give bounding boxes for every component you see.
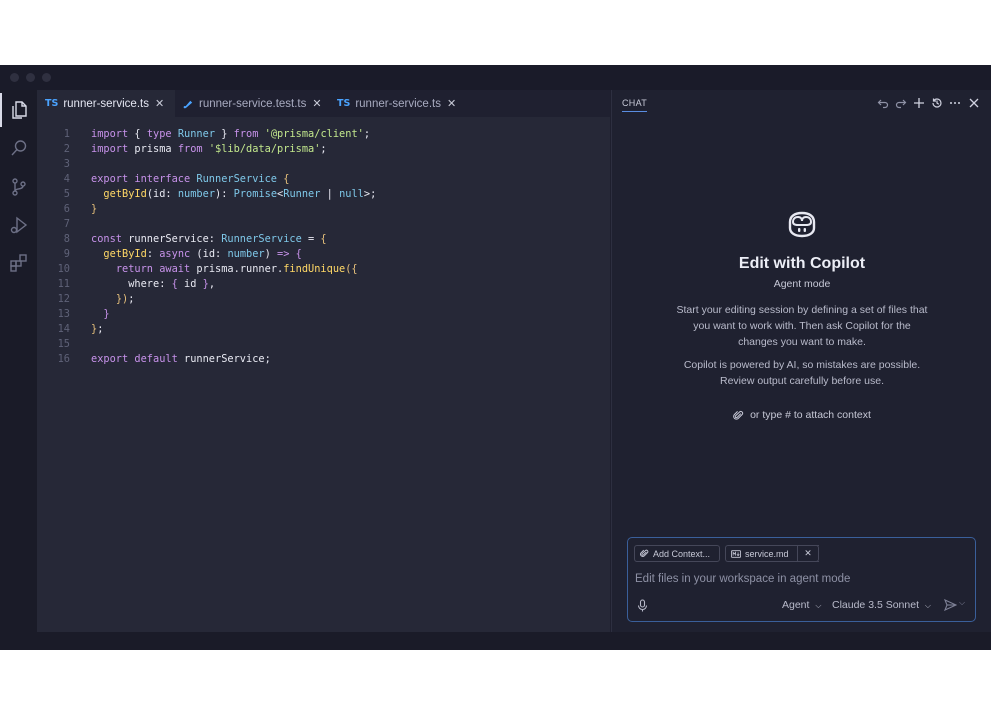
model-select-label: Claude 3.5 Sonnet [832, 599, 919, 611]
line-number: 13 [57, 308, 70, 320]
intro-text: Start your editing session by defining a… [676, 304, 928, 348]
line-number: 15 [57, 338, 70, 350]
code-line: 4 export interface RunnerService { [37, 172, 610, 187]
run-debug-icon[interactable] [8, 214, 30, 236]
paperclip-icon [640, 549, 649, 558]
line-number: 10 [57, 263, 70, 275]
extensions-icon[interactable] [8, 252, 30, 274]
remove-file-button[interactable]: ✕ [797, 545, 819, 562]
active-indicator [0, 93, 2, 127]
tab-label: runner-service.ts [63, 97, 149, 110]
send-icon[interactable] [944, 599, 957, 611]
tab-runner-service-test[interactable]: runner-service.test.ts ✕ [175, 90, 329, 117]
close-icon: ✕ [804, 548, 812, 558]
line-number: 14 [57, 323, 70, 335]
close-icon[interactable] [967, 96, 981, 110]
code-line: 9 getById: async (id: number) => { [37, 247, 610, 262]
line-number: 1 [63, 128, 70, 140]
chat-input-field[interactable]: Edit files in your workspace in agent mo… [635, 573, 850, 585]
model-select[interactable]: Claude 3.5 Sonnet ⌵ [832, 599, 931, 611]
chat-panel: CHAT Edit with Copilot Agent mode Start … [611, 90, 991, 632]
code-line: 3 [37, 157, 610, 172]
tab-runner-service[interactable]: TS runner-service.ts ✕ [37, 90, 175, 117]
typescript-icon: TS [45, 98, 59, 109]
line-number: 12 [57, 293, 70, 305]
plus-icon[interactable] [912, 96, 926, 110]
chevron-down-icon: ⌵ [815, 601, 822, 610]
code-line: 8 const runnerService: RunnerService = { [37, 232, 610, 247]
tab-label: runner-service.ts [355, 97, 441, 110]
add-context-label: Add Context... [653, 548, 711, 559]
attach-hint-text: or type # to attach context [750, 409, 871, 421]
activity-bar [0, 90, 37, 632]
line-number: 4 [63, 173, 70, 185]
agent-mode-label: Agent mode [773, 278, 831, 290]
window-close-dot[interactable] [10, 73, 19, 82]
chevron-down-icon[interactable]: ⌵ [959, 598, 965, 608]
code-line: 6} [37, 202, 610, 217]
code-line: 2 import prisma from '$lib/data/prisma'; [37, 142, 610, 157]
close-icon[interactable]: ✕ [447, 97, 456, 110]
history-icon[interactable] [930, 96, 944, 110]
tab-runner-service-2[interactable]: TS runner-service.ts ✕ [329, 90, 467, 117]
tab-label: runner-service.test.ts [199, 97, 307, 110]
code-line: 11 where: { id }, [37, 277, 610, 292]
search-icon[interactable] [8, 137, 30, 159]
tab-chat[interactable]: CHAT [622, 98, 648, 112]
attach-hint: or type # to attach context [612, 409, 991, 421]
code-line: 13 } [37, 307, 610, 322]
redo-icon[interactable] [894, 96, 908, 110]
line-number: 2 [63, 143, 70, 155]
code-line: 12 }); [37, 292, 610, 307]
code-area[interactable]: 1 import { type Runner } from '@prisma/cl… [37, 127, 610, 367]
status-bar [0, 632, 991, 650]
line-number: 9 [63, 248, 70, 260]
window-minimize-dot[interactable] [26, 73, 35, 82]
chat-input-box: Add Context... service.md ✕ Edit files i… [627, 537, 976, 622]
line-number: 3 [63, 158, 70, 170]
context-file-label: service.md [745, 548, 789, 559]
code-line: 15 [37, 337, 610, 352]
line-number: 6 [63, 203, 70, 215]
title-bar [0, 65, 991, 90]
editor-tab-bar: TS runner-service.ts ✕ runner-service.te… [37, 90, 610, 117]
typescript-icon: TS [337, 98, 351, 109]
window-maximize-dot[interactable] [42, 73, 51, 82]
chat-header: CHAT [612, 90, 991, 117]
line-number: 7 [63, 218, 70, 230]
chat-heading: Edit with Copilot [738, 255, 866, 272]
paperclip-icon [733, 410, 744, 421]
vscode-window: TS runner-service.ts ✕ runner-service.te… [0, 65, 991, 650]
close-icon[interactable]: ✕ [312, 97, 321, 110]
code-line: 5 getById(id: number): Promise<Runner | … [37, 187, 610, 202]
disclaimer-text: Copilot is powered by AI, so mistakes ar… [683, 359, 921, 387]
line-number: 8 [63, 233, 70, 245]
line-number: 5 [63, 188, 70, 200]
code-line: 10 return await prisma.runner.findUnique… [37, 262, 610, 277]
editor-pane: TS runner-service.ts ✕ runner-service.te… [37, 90, 610, 632]
code-line: 1 import { type Runner } from '@prisma/cl… [37, 127, 610, 142]
agent-select-label: Agent [782, 599, 810, 611]
test-file-icon [183, 98, 194, 109]
add-context-button[interactable]: Add Context... [634, 545, 720, 562]
more-icon[interactable] [948, 96, 962, 110]
close-icon[interactable]: ✕ [155, 97, 164, 110]
source-control-icon[interactable] [8, 176, 30, 198]
undo-icon[interactable] [876, 96, 890, 110]
agent-select[interactable]: Agent ⌵ [782, 599, 821, 611]
chevron-down-icon: ⌵ [924, 601, 931, 610]
line-number: 16 [57, 353, 70, 365]
explorer-icon[interactable] [8, 99, 30, 121]
code-line: 14}; [37, 322, 610, 337]
markdown-file-icon [731, 549, 741, 558]
microphone-icon[interactable] [637, 599, 648, 612]
code-line: 7 [37, 217, 610, 232]
copilot-logo-icon [612, 210, 991, 245]
code-line: 16 export default runnerService; [37, 352, 610, 367]
line-number: 11 [57, 278, 70, 290]
